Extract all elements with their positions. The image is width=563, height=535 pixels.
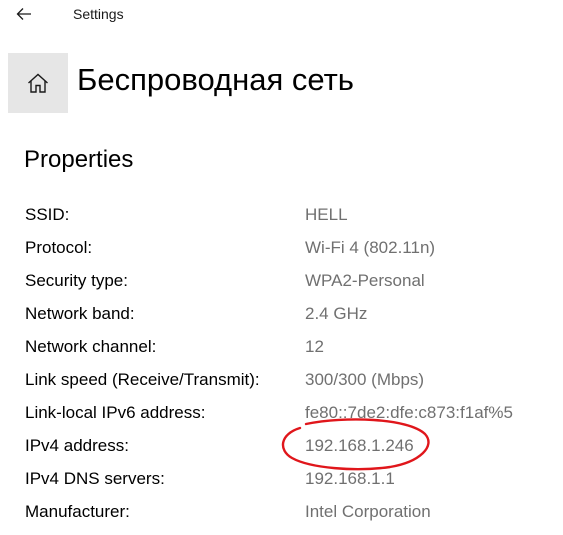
property-value: Wi-Fi 4 (802.11n) xyxy=(305,238,436,257)
property-row-link-speed: Link speed (Receive/Transmit): 300/300 (… xyxy=(0,370,563,403)
property-value: Intel Corporation xyxy=(305,502,431,521)
property-value: 192.168.1.1 xyxy=(305,469,395,488)
property-row-ipv4-address: IPv4 address: 192.168.1.246 xyxy=(0,436,563,469)
properties-list: SSID: HELL Protocol: Wi-Fi 4 (802.11n) S… xyxy=(0,0,563,521)
property-row-network-channel: Network channel: 12 xyxy=(0,337,563,370)
property-row-ipv6-address: Link-local IPv6 address: fe80::7de2:dfe:… xyxy=(0,403,563,436)
property-value: fe80::7de2:dfe:c873:f1af%5 xyxy=(305,403,513,422)
property-value: HELL xyxy=(305,205,348,224)
property-row-security-type: Security type: WPA2-Personal xyxy=(0,271,563,304)
property-label: Network channel: xyxy=(25,337,157,356)
property-label: Network band: xyxy=(25,304,135,323)
property-value: 12 xyxy=(305,337,324,356)
property-label: Security type: xyxy=(25,271,128,290)
property-value: 192.168.1.246 xyxy=(305,436,414,455)
property-row-protocol: Protocol: Wi-Fi 4 (802.11n) xyxy=(0,238,563,271)
property-row-manufacturer: Manufacturer: Intel Corporation xyxy=(0,502,563,535)
property-row-ssid: SSID: HELL xyxy=(0,205,563,238)
property-label: Link speed (Receive/Transmit): xyxy=(25,370,260,389)
property-label: Manufacturer: xyxy=(25,502,130,521)
property-value: 300/300 (Mbps) xyxy=(305,370,425,389)
property-label: Protocol: xyxy=(25,238,93,257)
property-row-ipv4-dns: IPv4 DNS servers: 192.168.1.1 xyxy=(0,469,563,502)
property-value: 2.4 GHz xyxy=(305,304,368,323)
property-label: IPv4 address: xyxy=(25,436,129,455)
property-row-network-band: Network band: 2.4 GHz xyxy=(0,304,563,337)
property-label: SSID: xyxy=(25,205,70,224)
property-value: WPA2-Personal xyxy=(305,271,425,290)
property-label: Link-local IPv6 address: xyxy=(25,403,206,422)
property-label: IPv4 DNS servers: xyxy=(25,469,165,488)
